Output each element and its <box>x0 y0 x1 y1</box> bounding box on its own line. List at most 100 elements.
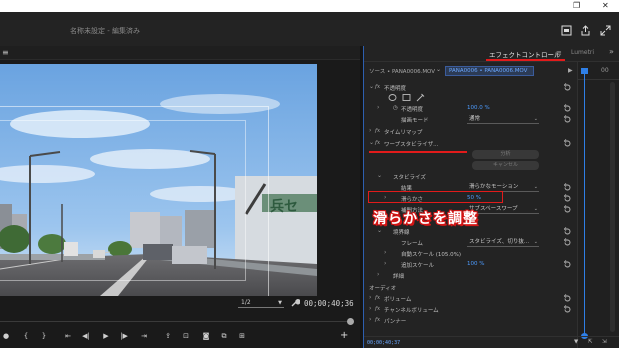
playhead-timecode[interactable]: 00;00;40;36 <box>304 298 354 309</box>
border-row[interactable]: ⌄ 境界線 <box>364 227 577 237</box>
resolution-select[interactable]: 1/2 ▼ <box>238 298 284 308</box>
reset-icon[interactable] <box>563 238 572 247</box>
chevron-right-icon[interactable]: › <box>369 294 371 301</box>
rectangle-mask-icon[interactable] <box>402 93 411 102</box>
comparison-view-icon[interactable]: ⧉ <box>218 330 230 342</box>
chevron-down-icon[interactable]: ⌄ <box>369 139 374 146</box>
fullscreen-icon[interactable] <box>600 25 611 36</box>
stabilize-section[interactable]: ⌄ スタビライズ <box>364 172 577 182</box>
share-icon[interactable] <box>580 25 591 36</box>
reset-icon[interactable] <box>563 139 572 148</box>
pen-mask-icon[interactable] <box>416 93 425 102</box>
panner-section[interactable]: › fx パンナー <box>364 316 577 326</box>
framing-value: スタビライズ、切り抜... <box>469 239 530 245</box>
tab-lumetri[interactable]: Lumetri <box>571 49 594 56</box>
stopwatch-icon[interactable]: ◷ <box>393 105 398 111</box>
hamburger-icon[interactable]: ≡ <box>2 49 9 57</box>
transport-controls: ● { } ⇤ ◀| ▶ |▶ ⇥ ⇪ ⊡ ◙ ⧉ ⊞ <box>0 330 360 344</box>
time-remap-section[interactable]: › fx タイムリマップ <box>364 127 577 137</box>
ellipse-mask-icon[interactable] <box>388 93 397 102</box>
step-forward-icon[interactable]: |▶ <box>118 330 130 342</box>
fx-icon[interactable]: fx <box>375 140 380 146</box>
chevron-down-icon[interactable]: ⌄ <box>369 83 374 90</box>
fx-icon[interactable]: fx <box>375 128 380 134</box>
clip-selector[interactable]: PANA0006 • PANA0006.MOV <box>445 66 534 76</box>
filter-icon[interactable]: ▼ <box>574 339 578 345</box>
chevron-down-icon[interactable]: ⌄ <box>436 66 441 73</box>
chevron-down-icon[interactable]: ⌄ <box>377 172 382 179</box>
chevron-right-icon[interactable]: › <box>384 260 386 267</box>
svg-text:兵セ: 兵セ <box>270 198 298 215</box>
reset-icon[interactable] <box>563 194 572 203</box>
app-header: 名称未設定 - 編集済み <box>0 12 619 46</box>
close-window-icon[interactable]: ✕ <box>602 1 609 11</box>
lift-icon[interactable]: ⇪ <box>162 330 174 342</box>
reset-icon[interactable] <box>563 183 572 192</box>
effect-timeline-strip: 00 <box>577 62 619 348</box>
extract-icon[interactable]: ⊡ <box>180 330 192 342</box>
opacity-section[interactable]: ⌄ fx 不透明度 <box>364 83 577 93</box>
chevron-down-icon: ⌄ <box>533 206 538 212</box>
restore-window-icon[interactable]: ❐ <box>573 1 580 11</box>
framing-label: フレーム <box>401 241 423 247</box>
reset-icon[interactable] <box>563 294 572 303</box>
fx-icon[interactable]: fx <box>375 306 380 312</box>
chevron-right-icon[interactable]: › <box>369 305 371 312</box>
more-panels-icon[interactable]: » <box>609 47 614 56</box>
volume-section[interactable]: › fx ボリューム <box>364 294 577 304</box>
reset-icon[interactable] <box>563 205 572 214</box>
source-label: ソース • PANA0006.MOV <box>369 69 436 75</box>
share-out-icon[interactable]: ⇲ <box>602 339 607 345</box>
reset-icon[interactable] <box>563 260 572 269</box>
scrub-handle[interactable] <box>347 318 354 325</box>
chevron-right-icon[interactable]: › <box>369 127 371 134</box>
playhead-line <box>584 73 585 335</box>
wrench-icon[interactable] <box>290 298 300 308</box>
chevron-down-icon[interactable]: ⌄ <box>377 227 382 234</box>
reset-icon[interactable] <box>563 305 572 314</box>
reset-icon[interactable] <box>563 227 572 236</box>
mark-in-icon[interactable]: { <box>20 330 32 342</box>
extra-scale-value[interactable]: 100 % <box>467 261 484 267</box>
chevron-right-icon[interactable]: › <box>377 104 379 111</box>
channel-volume-section[interactable]: › fx チャンネルボリューム <box>364 305 577 315</box>
export-frame-icon[interactable]: ◙ <box>200 330 212 342</box>
play-icon[interactable]: ▶ <box>100 330 112 342</box>
opacity-value[interactable]: 100.0 % <box>467 105 490 111</box>
footer-timecode[interactable]: 00;00;40;37 <box>367 340 400 346</box>
border-label: 境界線 <box>393 230 410 236</box>
reset-icon[interactable] <box>563 104 572 113</box>
framing-select[interactable]: スタビライズ、切り抜... ⌄ <box>467 238 539 247</box>
monitor-scrub-bar[interactable] <box>0 318 354 327</box>
button-editor-plus-icon[interactable]: + <box>340 330 348 342</box>
export-icon[interactable]: ⇱ <box>588 339 593 345</box>
chevron-right-icon[interactable]: › <box>377 271 379 278</box>
title-safe-inner-guide <box>0 120 246 281</box>
play-only-icon[interactable]: ▶ <box>568 67 573 74</box>
monitor-status-bar: 1/2 ▼ 00;00;40;36 <box>0 298 360 310</box>
detail-row[interactable]: › 詳細 <box>364 271 577 281</box>
fx-icon[interactable]: fx <box>375 317 380 323</box>
tab-effect-controls[interactable]: エフェクトコントロール <box>489 49 561 59</box>
step-back-icon[interactable]: ◀| <box>80 330 92 342</box>
detail-label: 詳細 <box>393 274 405 280</box>
vertical-scrollbar[interactable] <box>610 82 615 332</box>
analyze-button[interactable]: 分析 <box>472 150 539 159</box>
chevron-right-icon[interactable]: › <box>369 316 371 323</box>
workspace-icon[interactable] <box>561 25 572 36</box>
mark-out-icon[interactable]: } <box>38 330 50 342</box>
reset-icon[interactable] <box>563 115 572 124</box>
blend-mode-select[interactable]: 通常 ⌄ <box>467 115 539 124</box>
chevron-right-icon[interactable]: › <box>384 249 386 256</box>
framing-row: フレーム スタビライズ、切り抜... ⌄ <box>364 238 577 248</box>
panel-menu-icon[interactable]: ≡ <box>556 49 562 57</box>
add-marker-icon[interactable]: ● <box>0 330 12 342</box>
cancel-button[interactable]: キャンセル <box>472 161 539 170</box>
fx-icon[interactable]: fx <box>375 84 380 90</box>
go-to-in-icon[interactable]: ⇤ <box>62 330 74 342</box>
go-to-out-icon[interactable]: ⇥ <box>138 330 150 342</box>
fx-icon[interactable]: fx <box>375 295 380 301</box>
reset-icon[interactable] <box>563 83 572 92</box>
multi-camera-icon[interactable]: ⊞ <box>236 330 248 342</box>
warp-stabilizer-section[interactable]: ⌄ fx ワープスタビライザ... <box>364 139 577 149</box>
